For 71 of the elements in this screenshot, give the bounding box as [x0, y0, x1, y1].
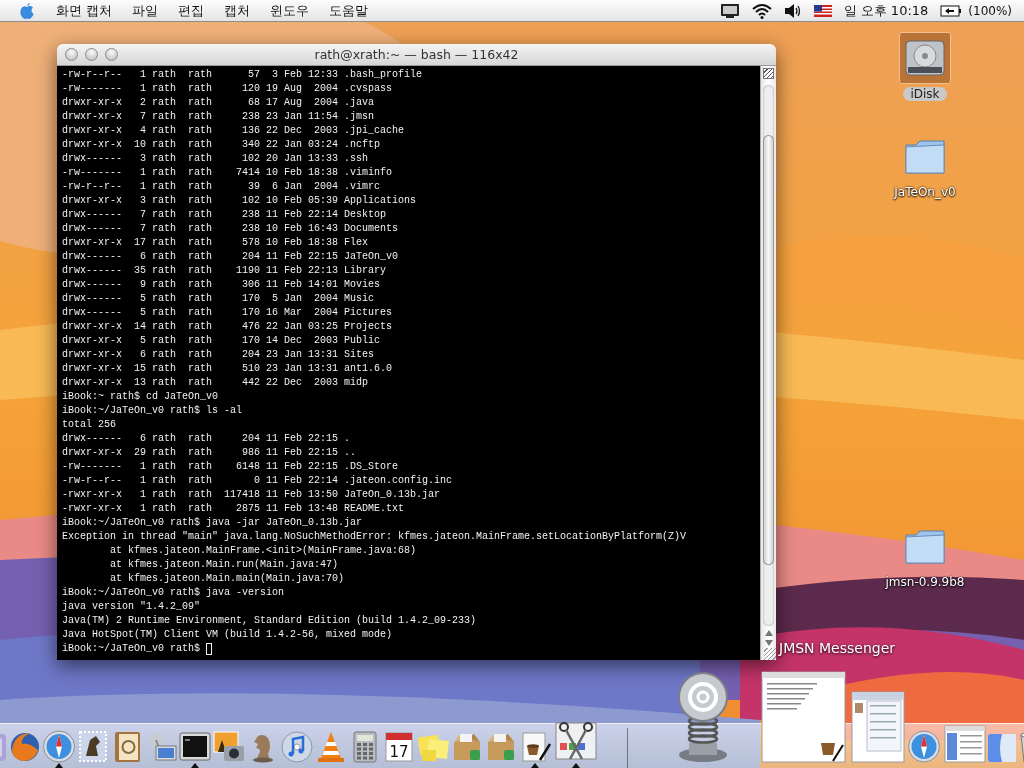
- scrollbar[interactable]: [760, 66, 776, 660]
- desktop-icon-label[interactable]: iDisk: [903, 87, 947, 101]
- minimize-button[interactable]: [85, 48, 98, 61]
- terminal-line: at kfmes.jateon.MainFrame.<init>(MainFrame.java:68): [109, 544, 417, 558]
- zoom-button[interactable]: [105, 48, 118, 61]
- terminal-line: -rw-r--r-- 1 rath rath 0 11 Feb 22:14 .jateon.config.inc: [62, 474, 453, 488]
- terminal-line: drwxr-xr-x 4 rath rath 136 22 Dec 2003 .jpi_cache: [62, 124, 405, 138]
- terminal-line: drwx------ 35 rath rath 1190 11 Feb 22:13 Library: [62, 264, 387, 278]
- terminal-line: -rwxr-xr-x 1 rath rath 117418 11 Feb 13:50 JaTeOn_0.13b.jar: [62, 488, 441, 502]
- volume-icon[interactable]: [783, 2, 802, 19]
- menu-item[interactable]: 편집: [178, 1, 205, 20]
- terminal-line: drwx------ 6 rath rath 204 11 Feb 22:15 JaTeOn_v0: [62, 250, 399, 264]
- split-icon[interactable]: [763, 68, 774, 79]
- display-icon[interactable]: [719, 2, 740, 19]
- flag-icon[interactable]: [813, 4, 832, 17]
- terminal-line: drwxr-xr-x 3 rath rath 102 10 Feb 05:39 Applications: [62, 194, 417, 208]
- dock-tooltip-label: JMSN Messenger: [779, 640, 896, 656]
- terminal-line: iBook:~/JaTeOn_v0 rath$: [62, 642, 201, 656]
- terminal-line: drwxr-xr-x 7 rath rath 238 23 Jan 11:54 .jmsn: [62, 110, 375, 124]
- terminal-line: at kfmes.jateon.Main.run(Main.java:47): [109, 558, 339, 572]
- terminal-line: iBook:~/JaTeOn_v0 rath$ java -jar JaTeOn_0.13b.jar: [62, 516, 363, 530]
- terminal-line: total 256: [62, 418, 116, 432]
- scroll-thumb[interactable]: [763, 135, 774, 565]
- terminal-line: -rw-r--r-- 1 rath rath 57 3 Feb 12:33 .bash_profile: [62, 68, 423, 82]
- scissors-icon[interactable]: [552, 719, 600, 768]
- terminal-line: Exception in thread "main" java.lang.NoSuchMethodError: kfmes.jateon.MainFrame.setLocationByPlatform(Z)V: [62, 530, 687, 544]
- terminal-line: -rw------- 1 rath rath 6148 11 Feb 22:15 .DS_Store: [62, 460, 399, 474]
- menu-item[interactable]: 도움말: [329, 1, 369, 20]
- terminal-line: at kfmes.jateon.Main.main(Main.java:70): [109, 572, 345, 586]
- menu-item[interactable]: 윈도우: [270, 1, 310, 20]
- menu-item[interactable]: 캡처: [224, 1, 251, 20]
- apple-icon[interactable]: [18, 1, 36, 20]
- terminal-line: drwx------ 5 rath rath 170 5 Jan 2004 Music: [62, 292, 375, 306]
- terminal-icon[interactable]: [178, 730, 212, 768]
- terminal-line: drwxr-xr-x 2 rath rath 68 17 Aug 2004 .java: [62, 96, 375, 110]
- terminal-line: drwxr-xr-x 14 rath rath 476 22 Jan 03:25 Projects: [62, 320, 393, 334]
- terminal-line: drwxr-xr-x 10 rath rath 340 22 Jan 03:24 .ncftp: [62, 138, 381, 152]
- clock[interactable]: 일 오후 10:18: [843, 1, 929, 20]
- terminal-line: iBook:~/JaTeOn_v0 rath$ java -version: [62, 586, 285, 600]
- terminal-line: -rwxr-xr-x 1 rath rath 2875 11 Feb 13:48 README.txt: [62, 502, 405, 516]
- terminal-line: drwx------ 6 rath rath 204 11 Feb 22:15 .: [62, 432, 351, 446]
- terminal-line: -rw------- 1 rath rath 120 19 Aug 2004 .cvspass: [62, 82, 393, 96]
- scroll-down-arrow[interactable]: [764, 640, 773, 646]
- battery-icon[interactable]: [940, 4, 963, 17]
- terminal-line: drwx------ 3 rath rath 102 20 Jan 13:33 .ssh: [62, 152, 369, 166]
- terminal-line: iBook:~/JaTeOn_v0 rath$ ls -al: [62, 404, 243, 418]
- wifi-icon[interactable]: [751, 2, 772, 19]
- terminal-line: drwx------ 5 rath rath 170 16 Mar 2004 Pictures: [62, 306, 393, 320]
- window-title: rath@xrath:~ — bash — 116x42: [314, 47, 519, 62]
- battery-percentage: (100%): [968, 3, 1012, 18]
- close-button[interactable]: [65, 48, 78, 61]
- terminal-line: drwxr-xr-x 13 rath rath 442 22 Dec 2003 midp: [62, 376, 369, 390]
- scroll-up-arrow[interactable]: [764, 630, 773, 636]
- terminal-line: drwx------ 7 rath rath 238 10 Feb 16:43 Documents: [62, 222, 399, 236]
- menu-item[interactable]: 파일: [132, 1, 159, 20]
- desktop-icon-label[interactable]: jmsn-0.9.9b8: [878, 575, 972, 589]
- resize-grip[interactable]: [764, 648, 776, 660]
- terminal-line: java version "1.4.2_09": [62, 600, 201, 614]
- terminal-line: drwx------ 7 rath rath 238 11 Feb 22:14 Desktop: [62, 208, 387, 222]
- menu-item[interactable]: 화면 캡처: [56, 1, 113, 20]
- terminal-line: -rw------- 1 rath rath 7414 10 Feb 18:38 .viminfo: [62, 166, 393, 180]
- terminal-line: drwxr-xr-x 15 rath rath 510 23 Jan 13:31 ant1.6.0: [62, 362, 393, 376]
- terminal-line: Java(TM) 2 Runtime Environment, Standard Edition (build 1.4.2_09-233): [62, 614, 477, 628]
- terminal-line: -rw-r--r-- 1 rath rath 39 6 Jan 2004 .vimrc: [62, 180, 381, 194]
- terminal-line: iBook:~ rath$ cd JaTeOn_v0: [62, 390, 219, 404]
- terminal-line: Java HotSpot(TM) Client VM (build 1.4.2-56, mixed mode): [62, 628, 393, 642]
- terminal-line: drwxr-xr-x 29 rath rath 986 11 Feb 22:15 ..: [62, 446, 357, 460]
- terminal-line: drwxr-xr-x 17 rath rath 578 10 Feb 18:38 Flex: [62, 236, 369, 250]
- terminal-line: drwxr-xr-x 6 rath rath 204 23 Jan 13:31 Sites: [62, 348, 375, 362]
- terminal-line: drwx------ 9 rath rath 306 11 Feb 14:01 Movies: [62, 278, 381, 292]
- terminal-line: drwxr-xr-x 5 rath rath 170 14 Dec 2003 Public: [62, 334, 381, 348]
